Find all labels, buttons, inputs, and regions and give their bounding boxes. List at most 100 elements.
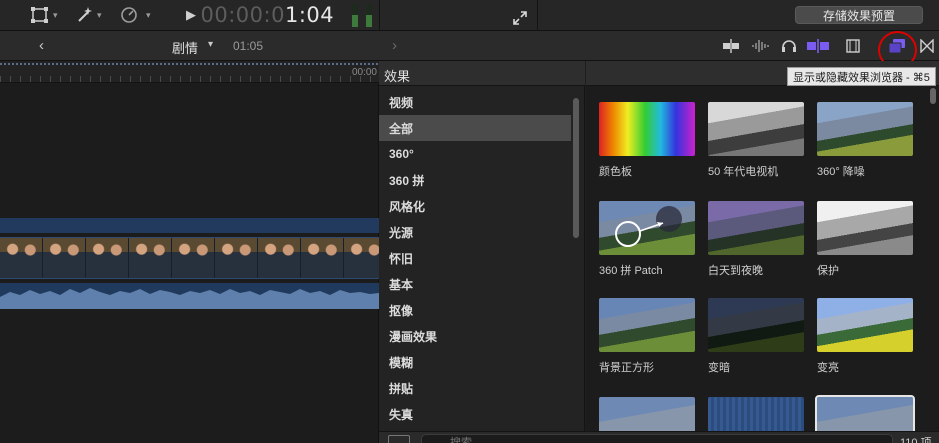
effect-thumbnail-label: 背景正方形 [599,362,654,374]
audio-skimming-button[interactable] [751,39,771,53]
enhance-button[interactable]: ▾ [76,5,102,25]
effect-thumbnail[interactable] [708,102,804,156]
effect-thumbnail[interactable] [817,298,913,352]
toolbar-divider [379,0,380,31]
clip-frame [344,238,379,278]
play-icon[interactable]: ▶ [186,8,197,23]
chevron-down-icon: ▾ [97,9,102,20]
audio-waveform-icon [752,40,769,52]
transitions-browser-icon [920,39,934,53]
clip-frame [301,238,344,278]
effects-category-item[interactable]: 360° [379,141,571,167]
audio-meter-right [366,4,372,27]
effect-thumbnail-label: 变亮 [817,362,839,374]
effects-category-item[interactable]: 拼贴 [379,375,571,401]
transform-tool-button[interactable]: ▾ [30,5,58,25]
ruler-range-dots [0,63,379,65]
effect-thumbnail[interactable] [708,298,804,352]
effects-search-field[interactable] [421,434,893,443]
chevron-down-icon: ▾ [146,9,151,20]
timecode-lit: 1:04 [284,3,335,27]
effects-category-item[interactable]: 光源 [379,219,571,245]
effects-thumbnail-grid[interactable]: 颜色板 50 年代电视机 360° 降噪 360 拼 Patch 白天到夜晚 保护背景正方… [586,86,939,431]
effects-category-item[interactable]: 抠像 [379,297,571,323]
effects-category-item[interactable]: 失真 [379,401,571,427]
effect-thumbnail-label: 保护 [817,265,839,277]
effect-thumbnail[interactable] [599,201,695,255]
skimming-icon [807,39,829,53]
effects-browser-title: 效果 [384,69,411,84]
effects-category-item[interactable]: 基本 [379,271,571,297]
clip-frame [43,238,86,278]
grid-scrollbar[interactable] [930,88,936,104]
effect-thumbnail[interactable] [815,395,915,431]
timecode-display[interactable]: ▶ 00:00:0 1:04 [186,2,334,28]
effects-category-item[interactable]: 模糊 [379,349,571,375]
chevron-down-icon: ▾ [53,9,58,20]
video-clip[interactable] [0,237,379,279]
clip-frame [0,238,43,278]
clip-frame [172,238,215,278]
effects-category-item[interactable]: 360 拼 [379,167,571,193]
retime-gauge-icon [121,7,137,23]
category-scrollbar[interactable] [573,98,579,238]
clip-appearance-icon [723,39,739,53]
timeline-pane[interactable]: 00:00 [0,61,379,443]
effects-category-item[interactable]: 漫画效果 [379,323,571,349]
effects-category-item[interactable]: 视频 [379,89,571,115]
project-menu-chevron-icon[interactable]: ▾ [208,39,213,50]
fullscreen-button[interactable] [513,8,527,28]
timecode-dim: 00:00:0 [200,3,285,27]
effect-thumbnail[interactable] [599,298,695,352]
effect-thumbnail[interactable] [817,201,913,255]
clip-frame [215,238,258,278]
clip-frame [258,238,301,278]
timeline-ruler[interactable]: 00:00 [0,61,379,83]
effect-thumbnail[interactable] [599,102,695,156]
back-chevron-icon[interactable]: ‹ [39,37,44,54]
clip-frame [129,238,172,278]
project-name[interactable]: 剧情 [172,38,198,57]
ruler-timecode: 00:00 [351,67,377,78]
solo-button[interactable] [780,39,798,53]
ruler-ticks [0,76,379,82]
effect-thumbnail-label: 颜色板 [599,166,632,178]
retime-button[interactable]: ▾ [120,5,151,25]
effect-thumbnail[interactable] [817,102,913,156]
patch-overlay-icon [615,206,682,247]
effects-category-item[interactable]: 全部 [379,115,571,141]
magic-wand-icon [78,7,92,22]
effect-thumbnail-label: 360° 降噪 [817,166,865,178]
save-effects-preset-button[interactable]: 存储效果预置 [795,6,923,24]
effect-thumbnail-label: 白天到夜晚 [708,265,763,277]
forward-chevron-icon[interactable]: › [392,37,397,54]
effects-category-item[interactable]: 怀旧 [379,245,571,271]
effect-thumbnail[interactable] [599,397,695,431]
waveform-graphic [0,288,379,309]
clip-appearance-button[interactable] [722,39,740,53]
effect-thumbnail[interactable] [708,397,804,431]
transform-icon [31,7,48,23]
effects-category-list[interactable]: 视频 全部 360° 360 拼风格化 光源 怀旧 基本 抠像 漫画效果 模糊 拼贴 失真 [379,86,585,431]
search-placeholder: 搜索 [450,437,472,443]
effect-thumbnail[interactable] [708,201,804,255]
show-hide-sidebar-button[interactable] [388,435,410,443]
expand-diagonal-icon [513,11,527,25]
effect-thumbnail-label: 变暗 [708,362,730,374]
audio-meter-left [352,4,358,27]
audio-waveform[interactable] [0,283,379,309]
effects-browser-button[interactable] [886,39,908,54]
effects-category-item[interactable]: 风格化 [379,193,571,219]
effect-thumbnail-label: 50 年代电视机 [708,166,779,178]
project-duration: 01:05 [233,39,264,53]
snapping-button[interactable] [806,39,830,53]
title-track[interactable] [0,218,379,233]
transitions-browser-button[interactable] [919,39,935,53]
inspector-clip-button[interactable] [845,39,861,53]
clip-frame [86,238,129,278]
effects-browser-tooltip: 显示或隐藏效果浏览器 - ⌘5 [787,67,936,86]
effect-thumbnail-label: 360 拼 Patch [599,265,663,277]
film-strip-icon [846,39,860,53]
toolbar-divider [537,0,538,31]
timeline-nav-bar: ‹ 剧情 ▾ 01:05 › [0,31,939,61]
